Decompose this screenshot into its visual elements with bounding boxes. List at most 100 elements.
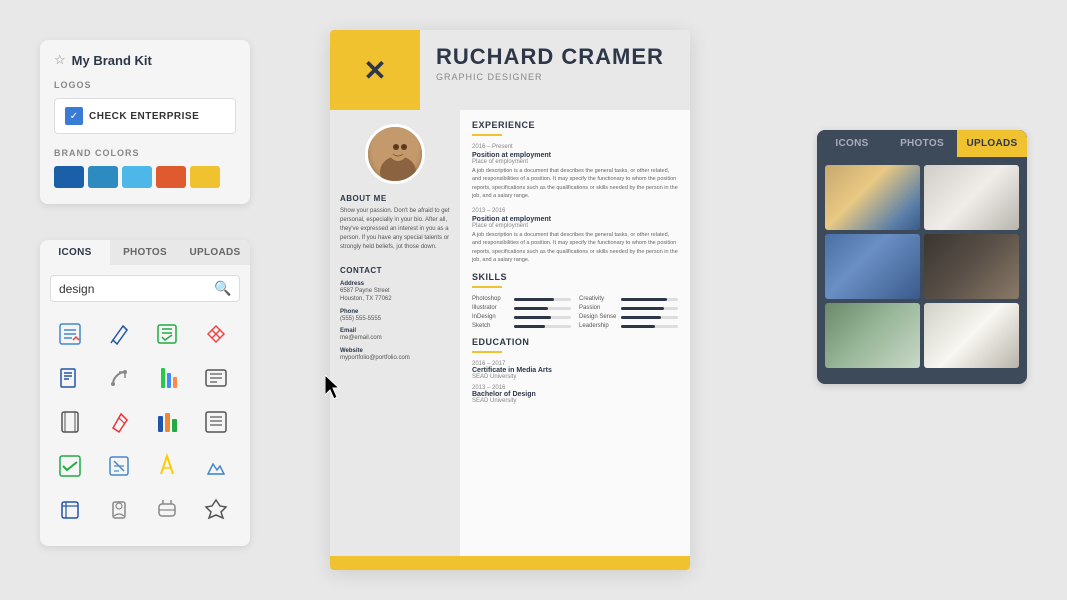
- website-value: myportfolio@portfolio.com: [340, 354, 450, 362]
- search-input[interactable]: [59, 282, 214, 296]
- skill-bar: [514, 325, 571, 328]
- tab-icons[interactable]: ICONS: [40, 240, 110, 265]
- experience-underline: [472, 134, 502, 136]
- icon-item[interactable]: [196, 490, 236, 530]
- skill-sketch: Sketch: [472, 323, 571, 329]
- logo-box[interactable]: ✓ CHECK ENTERPRISE: [54, 98, 236, 134]
- brand-colors-label: BRAND COLORS: [54, 148, 236, 158]
- photos-grid: [817, 157, 1027, 372]
- exp-item-2: 2013 – 2016 Position at employment Place…: [472, 208, 678, 264]
- skill-leadership: Leadership: [579, 323, 678, 329]
- icon-item[interactable]: [147, 446, 187, 486]
- resume-avatar: [365, 124, 425, 184]
- icon-item[interactable]: [99, 446, 139, 486]
- icon-item[interactable]: [99, 358, 139, 398]
- resume-logo-x: ✕: [363, 54, 386, 87]
- photos-tab-icons[interactable]: ICONS: [817, 130, 887, 157]
- edu-degree-1: Certificate in Media Arts: [472, 367, 678, 374]
- icon-item[interactable]: [50, 446, 90, 486]
- exp-item-1: 2016 – Present Position at employment Pl…: [472, 144, 678, 200]
- skill-photoshop: Photoshop: [472, 296, 571, 302]
- skills-grid: Photoshop Creativity Illustrator Passion…: [472, 296, 678, 329]
- education-underline: [472, 351, 502, 353]
- icon-item[interactable]: [196, 402, 236, 442]
- icon-item[interactable]: [99, 490, 139, 530]
- skill-bar: [514, 316, 571, 319]
- photo-thumb-4[interactable]: [924, 234, 1019, 299]
- icon-item[interactable]: [99, 402, 139, 442]
- icon-item[interactable]: [50, 490, 90, 530]
- color-swatch-4[interactable]: [156, 166, 186, 188]
- icon-item[interactable]: [147, 402, 187, 442]
- icon-item[interactable]: [147, 314, 187, 354]
- exp-desc-2: A job description is a document that des…: [472, 231, 678, 264]
- tab-uploads[interactable]: UPLOADS: [180, 240, 250, 265]
- skill-fill: [514, 298, 554, 301]
- photo-thumb-1[interactable]: [825, 165, 920, 230]
- edu-degree-2: Bachelor of Design: [472, 391, 678, 398]
- about-section: ABOUT ME Show your passion. Don't be afr…: [330, 194, 460, 260]
- color-swatch-3[interactable]: [122, 166, 152, 188]
- brand-kit-title: My Brand Kit: [72, 53, 152, 68]
- skill-indesign: InDesign: [472, 314, 571, 320]
- edu-item-1: 2016 – 2017 Certificate in Media Arts SE…: [472, 361, 678, 380]
- tab-photos[interactable]: PHOTOS: [110, 240, 180, 265]
- brand-kit-header: ☆ My Brand Kit: [54, 52, 236, 68]
- photos-tab-photos[interactable]: PHOTOS: [887, 130, 957, 157]
- skill-name: Illustrator: [472, 305, 510, 311]
- photo-thumb-5[interactable]: [825, 303, 920, 368]
- skill-name: Passion: [579, 305, 617, 311]
- exp-company-1: Place of employment: [472, 159, 678, 165]
- brand-kit-panel: ☆ My Brand Kit LOGOS ✓ CHECK ENTERPRISE …: [40, 40, 250, 204]
- icon-item[interactable]: [50, 402, 90, 442]
- logo-check-icon: ✓: [65, 107, 83, 125]
- icon-item[interactable]: [147, 358, 187, 398]
- skill-name: Design Sense: [579, 314, 617, 320]
- skill-name: Sketch: [472, 323, 510, 329]
- resume-right-column: EXPERIENCE 2016 – Present Position at em…: [460, 110, 690, 556]
- address-value: 6587 Payne StreetHouston, TX 77062: [340, 287, 450, 304]
- phone-item: Phone (555) 555-5555: [340, 309, 450, 323]
- resume-job-title: GRAPHIC DESIGNER: [436, 72, 664, 82]
- icon-item[interactable]: [196, 314, 236, 354]
- skill-bar: [621, 325, 678, 328]
- icon-item[interactable]: [196, 446, 236, 486]
- skill-fill: [514, 307, 548, 310]
- skill-name: InDesign: [472, 314, 510, 320]
- resume-header-info: RUCHARD CRAMER GRAPHIC DESIGNER: [420, 30, 680, 110]
- logos-label: LOGOS: [54, 80, 236, 90]
- skill-bar: [621, 316, 678, 319]
- resume-logo-area: ✕: [330, 30, 420, 110]
- experience-title: EXPERIENCE: [472, 120, 678, 130]
- icon-item[interactable]: [50, 358, 90, 398]
- icon-item[interactable]: [50, 314, 90, 354]
- skill-bar: [514, 298, 571, 301]
- skill-fill: [514, 316, 551, 319]
- color-swatch-5[interactable]: [190, 166, 220, 188]
- resume-body: ABOUT ME Show your passion. Don't be afr…: [330, 110, 690, 556]
- edu-school-2: SEAD University: [472, 398, 678, 404]
- photo-thumb-3[interactable]: [825, 234, 920, 299]
- photos-tab-uploads[interactable]: UPLOADS: [957, 130, 1027, 157]
- resume-avatar-area: [330, 110, 460, 194]
- color-swatch-2[interactable]: [88, 166, 118, 188]
- photo-thumb-2[interactable]: [924, 165, 1019, 230]
- icon-item[interactable]: [196, 358, 236, 398]
- icon-item[interactable]: [99, 314, 139, 354]
- icon-item[interactable]: [147, 490, 187, 530]
- skill-fill: [621, 307, 664, 310]
- exp-pos-2: Position at employment: [472, 216, 678, 223]
- search-icon[interactable]: 🔍: [214, 280, 231, 297]
- resume-name: RUCHARD CRAMER: [436, 44, 664, 70]
- color-swatch-1[interactable]: [54, 166, 84, 188]
- skill-fill: [621, 316, 661, 319]
- photos-panel: ICONS PHOTOS UPLOADS: [817, 130, 1027, 384]
- skills-underline: [472, 286, 502, 288]
- phone-value: (555) 555-5555: [340, 315, 450, 323]
- photo-thumb-6[interactable]: [924, 303, 1019, 368]
- education-title: EDUCATION: [472, 337, 678, 347]
- address-item: Address 6587 Payne StreetHouston, TX 770…: [340, 281, 450, 304]
- skill-illustrator: Illustrator: [472, 305, 571, 311]
- email-value: me@email.com: [340, 334, 450, 342]
- skill-bar: [621, 307, 678, 310]
